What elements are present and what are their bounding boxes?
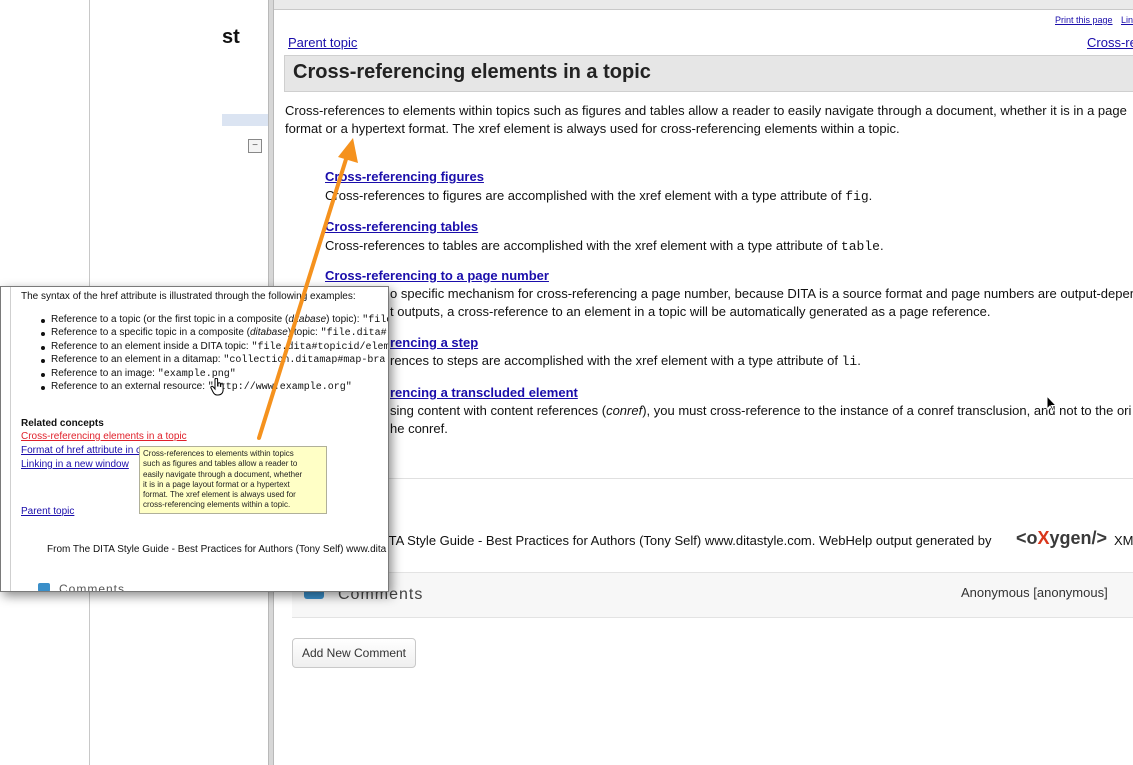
link-to-page-link[interactable]: Lin xyxy=(1121,15,1133,25)
link-cross-referencing-step[interactable]: rencing a step xyxy=(390,335,478,350)
toc-title-fragment: st xyxy=(222,26,240,48)
tooltip-line: cross-referencing elements within a topi… xyxy=(143,500,291,510)
inset-parent-topic-link[interactable]: Parent topic xyxy=(21,506,74,517)
bullet-icon xyxy=(41,332,45,336)
bullet-icon xyxy=(41,346,45,350)
related-link-new-window[interactable]: Linking in a new window xyxy=(21,459,129,470)
bullet-icon xyxy=(41,373,45,377)
related-link-href-format[interactable]: Format of href attribute in c xyxy=(21,445,141,456)
section-desc-figures: Cross-references to figures are accompli… xyxy=(325,188,873,204)
link-cross-referencing-figures[interactable]: Cross-referencing figures xyxy=(325,169,484,184)
link-tooltip: Cross-references to elements within topi… xyxy=(139,446,327,514)
inset-comments-label: Comments xyxy=(59,582,126,592)
section-desc-page-number-2: t outputs, a cross-reference to an eleme… xyxy=(390,304,991,319)
oxygen-logo[interactable]: <oXygen/> xyxy=(1016,528,1107,549)
hand-pointer-icon xyxy=(210,378,224,396)
inset-bullet-6: Reference to an external resource: "http… xyxy=(51,381,352,393)
related-concepts-heading: Related concepts xyxy=(21,418,104,429)
print-page-link[interactable]: Print this page xyxy=(1055,15,1113,25)
tooltip-line: Cross-references to elements within topi… xyxy=(143,449,294,458)
inset-bullet-4: Reference to an element in a ditamap: "c… xyxy=(51,354,386,366)
inset-bullet-1: Reference to a topic (or the first topic… xyxy=(51,314,388,326)
tooltip-line: easily navigate through a document, whet… xyxy=(143,469,303,479)
tooltip-line: it is in a page layout format or a hyper… xyxy=(143,479,290,489)
footer-divider xyxy=(385,478,1133,479)
inset-footer: From The DITA Style Guide - Best Practic… xyxy=(47,544,387,555)
link-cross-referencing-page-number[interactable]: Cross-referencing to a page number xyxy=(325,268,549,283)
inset-intro: The syntax of the href attribute is illu… xyxy=(21,291,356,302)
zoomed-inset: The syntax of the href attribute is illu… xyxy=(0,286,389,592)
section-desc-transcluded-1: sing content with content references (co… xyxy=(390,403,1132,418)
section-desc-tables: Cross-references to tables are accomplis… xyxy=(325,238,884,254)
related-link-cross-referencing[interactable]: Cross-referencing elements in a topic xyxy=(21,431,187,442)
add-comment-button[interactable]: Add New Comment xyxy=(292,638,416,668)
next-topic-link[interactable]: Cross-re xyxy=(1087,35,1133,50)
tooltip-line: format. The xref element is always used … xyxy=(143,490,296,500)
comment-bubble-icon xyxy=(38,583,50,591)
section-desc-page-number-1: o specific mechanism for cross-referenci… xyxy=(390,286,1133,301)
inset-bullet-5: Reference to an image: "example.png" xyxy=(51,368,236,380)
bullet-icon xyxy=(41,359,45,363)
link-cross-referencing-tables[interactable]: Cross-referencing tables xyxy=(325,219,478,234)
inset-bullet-2: Reference to a specific topic in a compo… xyxy=(51,327,387,339)
mouse-pointer-icon xyxy=(1046,395,1058,412)
collapse-icon[interactable]: − xyxy=(248,139,262,153)
toc-selected-row[interactable] xyxy=(222,114,268,126)
intro-line-2: format or a hypertext format. The xref e… xyxy=(285,121,900,136)
bullet-icon xyxy=(41,319,45,323)
section-desc-step: rences to steps are accomplished with th… xyxy=(390,353,861,369)
tooltip-line: such as figures and tables allow a reade… xyxy=(143,459,298,469)
current-user: Anonymous [anonymous] xyxy=(961,585,1108,600)
section-desc-transcluded-2: he conref. xyxy=(390,421,448,436)
intro-line-1: Cross-references to elements within topi… xyxy=(285,103,1127,118)
footer-credit: ITA Style Guide - Best Practices for Aut… xyxy=(385,533,992,548)
link-cross-referencing-transcluded[interactable]: rencing a transcluded element xyxy=(390,385,578,400)
page-title: Cross-referencing elements in a topic xyxy=(293,61,651,83)
bullet-icon xyxy=(41,386,45,390)
footer-fragment: XM xyxy=(1114,533,1133,548)
browser-toolbar-strip xyxy=(222,0,1133,10)
parent-topic-link[interactable]: Parent topic xyxy=(288,35,357,50)
inset-bullet-3: Reference to an element inside a DITA to… xyxy=(51,341,389,353)
